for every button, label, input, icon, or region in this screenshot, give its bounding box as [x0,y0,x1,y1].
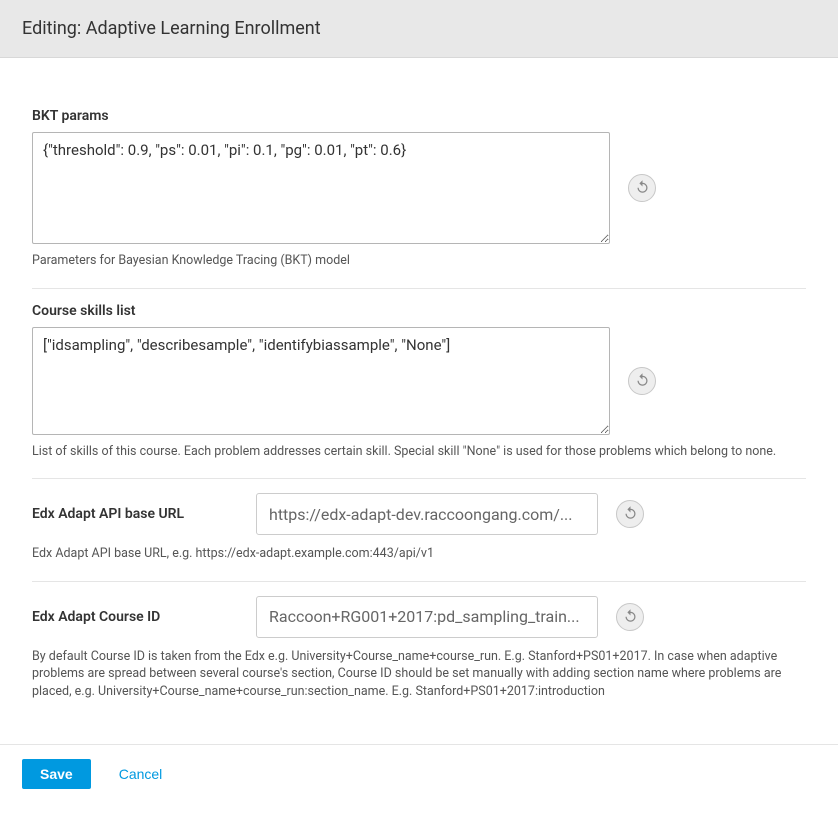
bkt-params-reset-button[interactable] [628,174,656,202]
field-course-skills: Course skills list List of skills of thi… [32,288,806,479]
course-id-input[interactable] [256,596,598,638]
undo-icon [635,179,650,197]
editor-header: Editing: Adaptive Learning Enrollment [0,0,838,58]
course-id-reset-button[interactable] [616,603,644,631]
api-url-help: Edx Adapt API base URL, e.g. https://edx… [32,545,806,563]
api-url-input[interactable] [256,493,598,535]
course-id-row: Edx Adapt Course ID [32,596,806,638]
api-url-reset-button[interactable] [616,500,644,528]
bkt-params-row [32,132,806,244]
undo-icon [623,608,638,626]
field-course-id: Edx Adapt Course ID By default Course ID… [32,581,806,719]
editor-content: BKT params Parameters for Bayesian Knowl… [18,76,820,726]
editor-footer: Save Cancel [0,744,838,801]
course-skills-label: Course skills list [32,303,806,319]
undo-icon [635,372,650,390]
api-url-row: Edx Adapt API base URL [32,493,806,535]
course-id-label: Edx Adapt Course ID [32,609,238,625]
editor-title: Editing: Adaptive Learning Enrollment [22,18,321,39]
field-bkt-params: BKT params Parameters for Bayesian Knowl… [32,94,806,288]
field-api-url: Edx Adapt API base URL Edx Adapt API bas… [32,478,806,581]
undo-icon [623,505,638,523]
bkt-params-label: BKT params [32,108,806,124]
course-skills-reset-button[interactable] [628,367,656,395]
bkt-params-input[interactable] [32,132,610,244]
api-url-label: Edx Adapt API base URL [32,506,238,522]
cancel-button[interactable]: Cancel [119,766,163,782]
course-skills-help: List of skills of this course. Each prob… [32,443,806,461]
save-button[interactable]: Save [22,759,91,789]
course-skills-input[interactable] [32,327,610,435]
course-id-help: By default Course ID is taken from the E… [32,648,806,701]
course-skills-row [32,327,806,435]
bkt-params-help: Parameters for Bayesian Knowledge Tracin… [32,252,806,270]
